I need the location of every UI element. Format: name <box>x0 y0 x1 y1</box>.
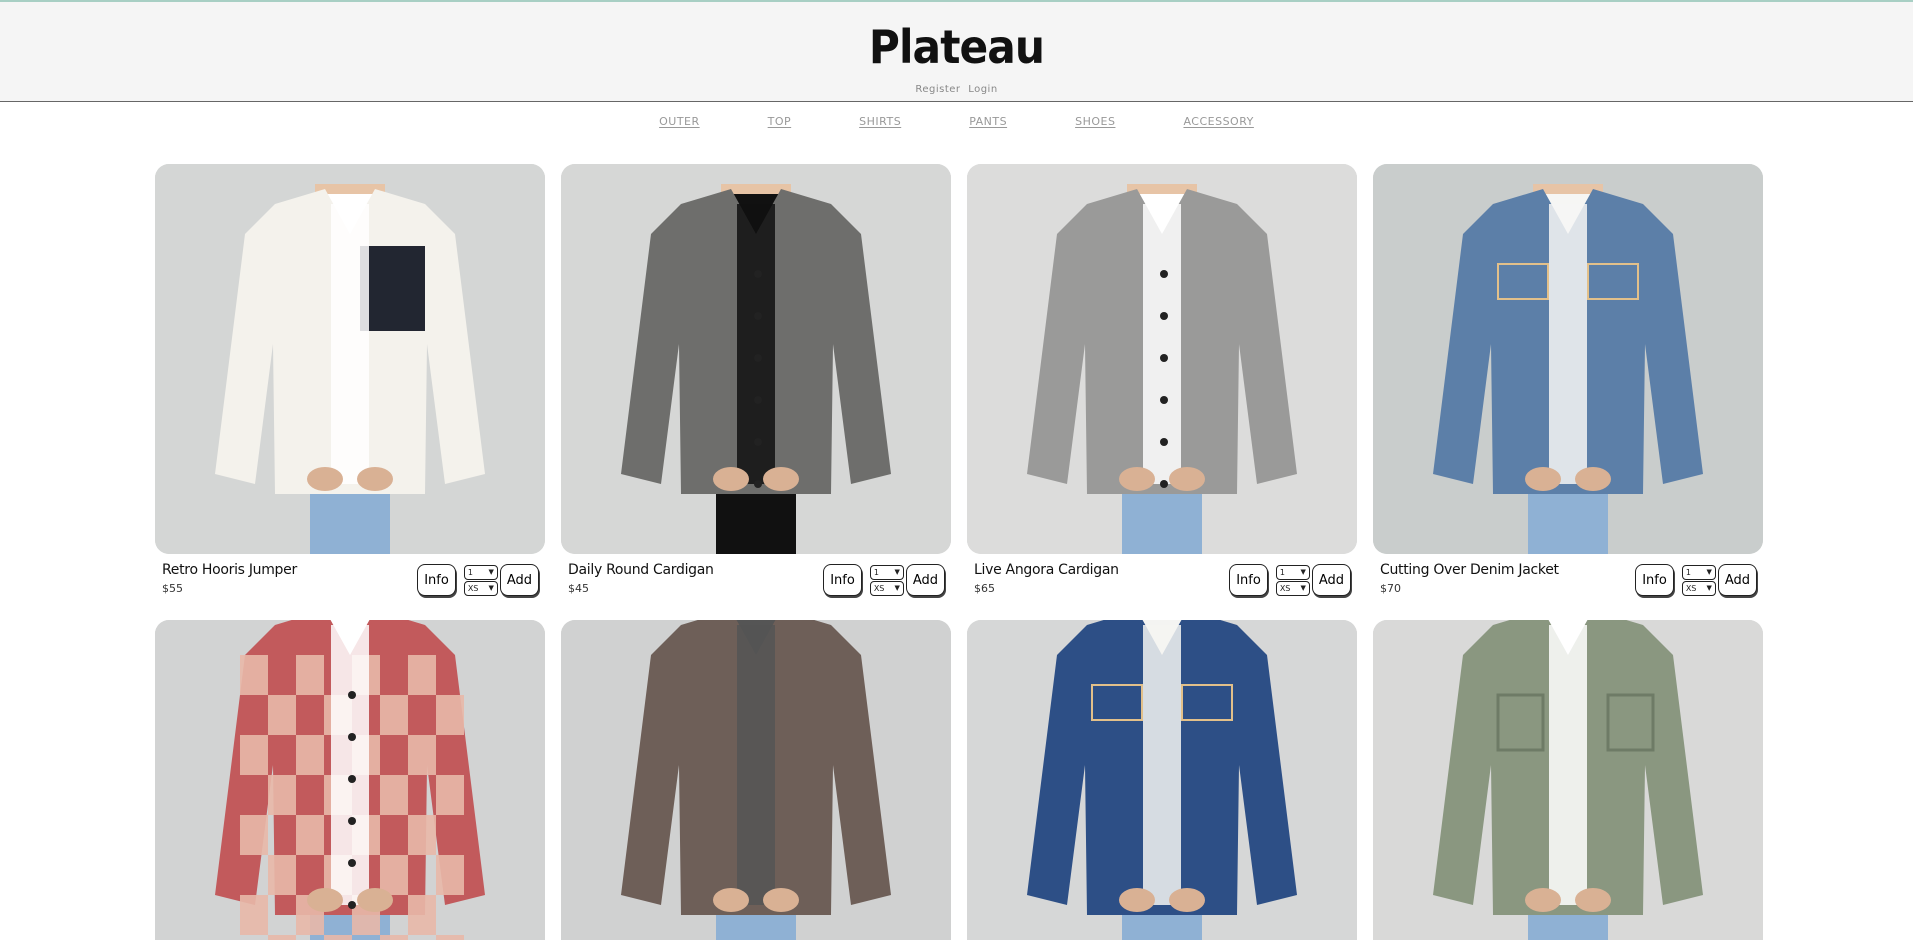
chevron-down-icon: ▼ <box>1300 584 1306 592</box>
size-value: XS <box>1685 583 1697 593</box>
quantity-select[interactable]: 1 ▼ <box>1275 564 1310 580</box>
size-select[interactable]: XS ▼ <box>869 580 904 596</box>
add-to-cart-button[interactable]: Add <box>1717 564 1757 596</box>
add-to-cart-button[interactable]: Add <box>499 564 539 596</box>
product-card[interactable]: Cutting Over Denim Jacket $70 Info 1 ▼ XS… <box>1373 164 1763 602</box>
chevron-down-icon: ▼ <box>894 568 900 576</box>
product-card[interactable]: Retro Hooris Jumper $55 Info 1 ▼ XS ▼ Add <box>155 164 545 602</box>
brand-logo[interactable]: Plateau <box>77 20 1837 74</box>
nav-shirts[interactable]: SHIRTS <box>859 115 901 128</box>
site-header: Plateau Register Login <box>0 2 1913 102</box>
product-card[interactable]: Daily Round Cardigan $45 Info 1 ▼ XS ▼ Add <box>561 164 951 602</box>
product-card[interactable]: Live Angora Cardigan $65 Info 1 ▼ XS ▼ Add <box>967 164 1357 602</box>
info-button[interactable]: Info <box>823 564 862 596</box>
chevron-down-icon: ▼ <box>1706 584 1712 592</box>
cardigan-photo <box>561 164 951 554</box>
product-meta: Live Angora Cardigan $65 Info 1 ▼ XS ▼ Add <box>967 554 1357 602</box>
info-button[interactable]: Info <box>417 564 456 596</box>
nav-pants[interactable]: PANTS <box>969 115 1007 128</box>
product-card[interactable] <box>561 620 951 940</box>
product-photo[interactable] <box>1373 620 1763 940</box>
chevron-down-icon: ▼ <box>488 568 494 576</box>
product-controls: Info 1 ▼ XS ▼ Add <box>823 564 945 596</box>
quantity-select[interactable]: 1 ▼ <box>869 564 904 580</box>
product-meta: Daily Round Cardigan $45 Info 1 ▼ XS ▼ Add <box>561 554 951 602</box>
size-value: XS <box>467 583 479 593</box>
add-to-cart-button[interactable]: Add <box>905 564 945 596</box>
chevron-down-icon: ▼ <box>1300 568 1306 576</box>
option-selects: 1 ▼ XS ▼ <box>1275 564 1310 596</box>
nav-top[interactable]: TOP <box>768 115 792 128</box>
denim-jacket-photo <box>1373 164 1763 554</box>
product-card[interactable] <box>1373 620 1763 940</box>
auth-links: Register Login <box>0 84 1913 95</box>
chevron-down-icon: ▼ <box>1706 568 1712 576</box>
size-select[interactable]: XS ▼ <box>1275 580 1310 596</box>
product-controls: Info 1 ▼ XS ▼ Add <box>1635 564 1757 596</box>
info-button[interactable]: Info <box>1635 564 1674 596</box>
nav-accessory[interactable]: ACCESSORY <box>1183 115 1253 128</box>
quantity-select[interactable]: 1 ▼ <box>463 564 498 580</box>
product-grid: Retro Hooris Jumper $55 Info 1 ▼ XS ▼ Add … <box>155 164 1764 940</box>
product-photo[interactable] <box>967 620 1357 940</box>
quantity-value: 1 <box>1279 567 1285 577</box>
product-meta: Retro Hooris Jumper $55 Info 1 ▼ XS ▼ Add <box>155 554 545 602</box>
size-value: XS <box>1279 583 1291 593</box>
size-select[interactable]: XS ▼ <box>463 580 498 596</box>
quantity-value: 1 <box>873 567 879 577</box>
category-nav: OUTER TOP SHIRTS PANTS SHOES ACCESSORY <box>0 102 1913 140</box>
option-selects: 1 ▼ XS ▼ <box>463 564 498 596</box>
fleece-jacket-photo <box>155 164 545 554</box>
quantity-value: 1 <box>467 567 473 577</box>
product-meta: Cutting Over Denim Jacket $70 Info 1 ▼ XS… <box>1373 554 1763 602</box>
quantity-select[interactable]: 1 ▼ <box>1681 564 1716 580</box>
info-button[interactable]: Info <box>1229 564 1268 596</box>
chevron-down-icon: ▼ <box>894 584 900 592</box>
option-selects: 1 ▼ XS ▼ <box>869 564 904 596</box>
cardigan-photo <box>967 164 1357 554</box>
size-select[interactable]: XS ▼ <box>1681 580 1716 596</box>
product-photo[interactable] <box>155 164 545 554</box>
product-card[interactable] <box>967 620 1357 940</box>
product-controls: Info 1 ▼ XS ▼ Add <box>417 564 539 596</box>
register-link[interactable]: Register <box>915 84 960 95</box>
field-jacket-photo <box>1373 620 1763 940</box>
option-selects: 1 ▼ XS ▼ <box>1681 564 1716 596</box>
checkered-cardigan-photo <box>155 620 545 940</box>
chevron-down-icon: ▼ <box>488 584 494 592</box>
product-photo[interactable] <box>561 620 951 940</box>
product-photo[interactable] <box>155 620 545 940</box>
nav-shoes[interactable]: SHOES <box>1075 115 1115 128</box>
quantity-value: 1 <box>1685 567 1691 577</box>
size-value: XS <box>873 583 885 593</box>
product-photo[interactable] <box>967 164 1357 554</box>
add-to-cart-button[interactable]: Add <box>1311 564 1351 596</box>
blazer-photo <box>561 620 951 940</box>
login-link[interactable]: Login <box>968 84 997 95</box>
product-photo[interactable] <box>561 164 951 554</box>
product-card[interactable] <box>155 620 545 940</box>
nav-outer[interactable]: OUTER <box>659 115 700 128</box>
product-controls: Info 1 ▼ XS ▼ Add <box>1229 564 1351 596</box>
product-photo[interactable] <box>1373 164 1763 554</box>
denim-jacket-photo <box>967 620 1357 940</box>
